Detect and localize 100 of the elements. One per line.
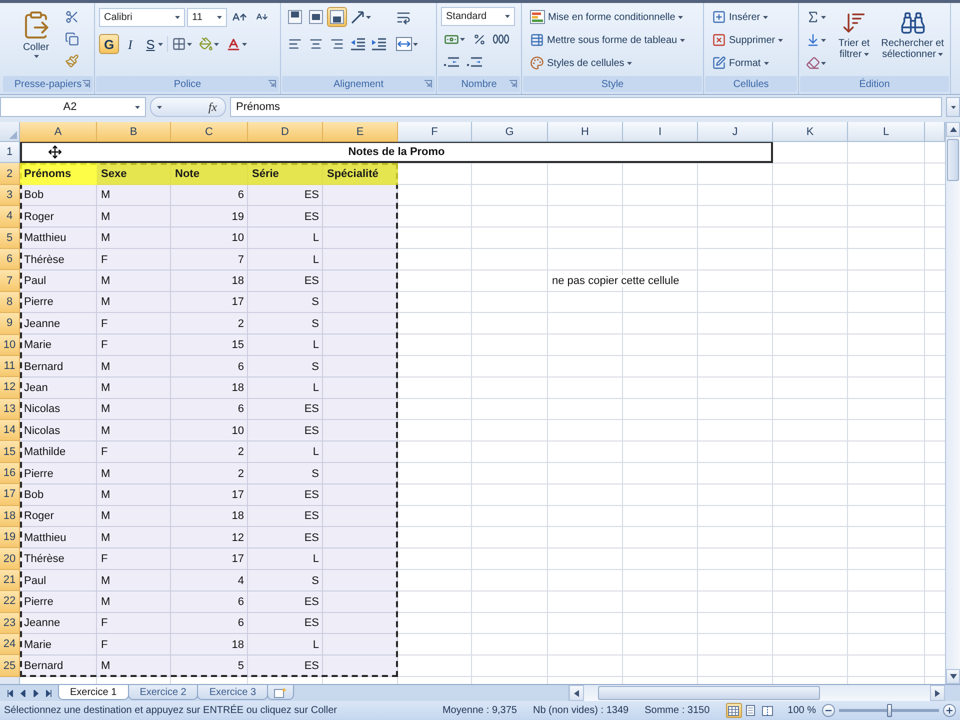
zoom-in-button[interactable] xyxy=(943,704,956,717)
row-header[interactable]: 3 xyxy=(0,184,20,206)
arrow-down-icon xyxy=(806,33,820,47)
column-header[interactable]: G xyxy=(472,122,548,142)
sheet-tab[interactable]: Exercice 2 xyxy=(128,685,198,700)
merge-button[interactable] xyxy=(393,34,421,54)
zoom-level-button[interactable]: 100 % xyxy=(782,705,822,716)
row-header[interactable]: 6 xyxy=(0,248,20,270)
row-header[interactable]: 19 xyxy=(0,527,20,548)
column-header[interactable]: B xyxy=(97,122,171,142)
underline-button[interactable]: S xyxy=(141,34,166,54)
scrollbar-thumb[interactable] xyxy=(598,686,820,700)
vertical-align-button[interactable] xyxy=(327,7,347,27)
row-header[interactable]: 2 xyxy=(0,163,20,185)
row-header[interactable]: 15 xyxy=(0,441,20,463)
column-header[interactable]: I xyxy=(623,122,698,142)
status-statistic: Moyenne : 9,375 xyxy=(442,705,517,716)
column-header[interactable]: H xyxy=(548,122,623,142)
series-value: L xyxy=(312,232,319,244)
sex-value: M xyxy=(101,232,110,244)
dialog-launcher-icon[interactable] xyxy=(82,80,90,88)
dialog-launcher-icon[interactable] xyxy=(424,80,432,88)
column-header[interactable]: K xyxy=(773,122,848,142)
find-select-button[interactable]: Rechercher et sélectionner xyxy=(879,7,946,63)
zoom-out-button[interactable] xyxy=(822,704,835,717)
column-header[interactable]: E xyxy=(323,122,398,142)
scroll-right-button[interactable] xyxy=(930,685,945,701)
row-header[interactable]: 14 xyxy=(0,420,20,442)
delete-button[interactable]: Supprimer xyxy=(708,30,788,50)
column-header[interactable]: F xyxy=(398,122,472,142)
column-header[interactable]: D xyxy=(248,122,323,142)
scroll-up-button[interactable] xyxy=(946,122,960,137)
paint-bucket-icon xyxy=(198,37,213,51)
row-header[interactable]: 1 xyxy=(0,142,20,164)
row-header[interactable]: 5 xyxy=(0,228,20,249)
row-header[interactable]: 12 xyxy=(0,377,20,399)
font-name-field[interactable]: Calibri xyxy=(99,8,185,26)
horizontal-scrollbar[interactable] xyxy=(568,685,945,701)
sheet-tab[interactable]: Exercice 1 xyxy=(58,685,129,700)
vertical-align-button[interactable] xyxy=(285,7,305,27)
caret-icon xyxy=(217,16,222,18)
series-value: ES xyxy=(304,424,319,437)
row-header[interactable]: 20 xyxy=(0,548,20,570)
row-header[interactable]: 18 xyxy=(0,506,20,528)
formula-input[interactable]: Prénoms xyxy=(230,97,942,117)
name-box[interactable]: A2 xyxy=(0,97,146,117)
row-header[interactable]: 8 xyxy=(0,292,20,314)
row-header[interactable]: 9 xyxy=(0,313,20,335)
conditional-format-button[interactable]: Mise en forme conditionnelle xyxy=(526,7,688,27)
vertical-align-button[interactable] xyxy=(306,7,326,27)
row-header[interactable]: 17 xyxy=(0,484,20,506)
font-size-field[interactable]: 11 xyxy=(187,8,227,26)
format-button[interactable]: Format xyxy=(708,53,773,73)
column-header[interactable]: J xyxy=(698,122,773,142)
column-header[interactable]: L xyxy=(848,122,925,142)
dialog-launcher-icon[interactable] xyxy=(268,80,276,88)
format-as-table-button[interactable]: Mettre sous forme de tableau xyxy=(526,30,690,50)
row-header[interactable]: 24 xyxy=(0,634,20,656)
paste-button[interactable]: Coller xyxy=(14,7,58,61)
insert-sheet-button[interactable] xyxy=(267,685,294,700)
column-heading: Prénoms xyxy=(20,163,97,185)
scrollbar-thumb[interactable] xyxy=(947,139,959,181)
series-value: S xyxy=(312,318,319,330)
row-header[interactable]: 4 xyxy=(0,206,20,228)
student-name: Nicolas xyxy=(24,403,60,416)
bold-button[interactable]: G xyxy=(99,34,120,54)
row-header[interactable]: 16 xyxy=(0,462,20,484)
student-name: Bob xyxy=(24,488,44,501)
caret-icon xyxy=(821,16,826,18)
triangle-left-icon xyxy=(574,690,579,696)
sort-filter-button[interactable]: Trier et filtrer xyxy=(833,7,876,63)
scroll-down-button[interactable] xyxy=(946,669,960,684)
expand-formula-bar-button[interactable] xyxy=(946,97,960,117)
vertical-scrollbar[interactable] xyxy=(945,122,960,684)
dialog-launcher-icon[interactable] xyxy=(509,80,517,88)
row-header[interactable]: 13 xyxy=(0,398,20,420)
cell-styles-button[interactable]: Styles de cellules xyxy=(526,53,636,73)
student-name: Thérèse xyxy=(24,553,64,566)
row-header[interactable]: 21 xyxy=(0,570,20,592)
row-header[interactable]: 25 xyxy=(0,655,20,677)
column-header[interactable]: A xyxy=(20,122,97,142)
student-name: Jeanne xyxy=(24,318,60,330)
sheet-tab[interactable]: Exercice 3 xyxy=(197,685,268,700)
diagonal-arrow-icon xyxy=(351,10,365,24)
row-header[interactable]: 11 xyxy=(0,356,20,378)
number-format-field[interactable]: Standard xyxy=(441,7,515,26)
italic-button[interactable]: I xyxy=(120,34,140,54)
row-header[interactable]: 23 xyxy=(0,612,20,634)
insert-function-button[interactable]: fx xyxy=(206,100,219,114)
view-button[interactable] xyxy=(760,703,776,718)
view-button[interactable] xyxy=(726,703,742,718)
group-label: Nombre xyxy=(461,78,497,90)
row-header[interactable]: 22 xyxy=(0,591,20,613)
row-header[interactable]: 10 xyxy=(0,334,20,356)
insert-button[interactable]: Insérer xyxy=(708,7,772,27)
table-icon xyxy=(530,33,544,47)
row-header[interactable]: 7 xyxy=(0,270,20,292)
scroll-left-button[interactable] xyxy=(569,685,584,701)
column-header[interactable]: C xyxy=(171,122,248,142)
zoom-slider-thumb[interactable] xyxy=(887,704,892,717)
